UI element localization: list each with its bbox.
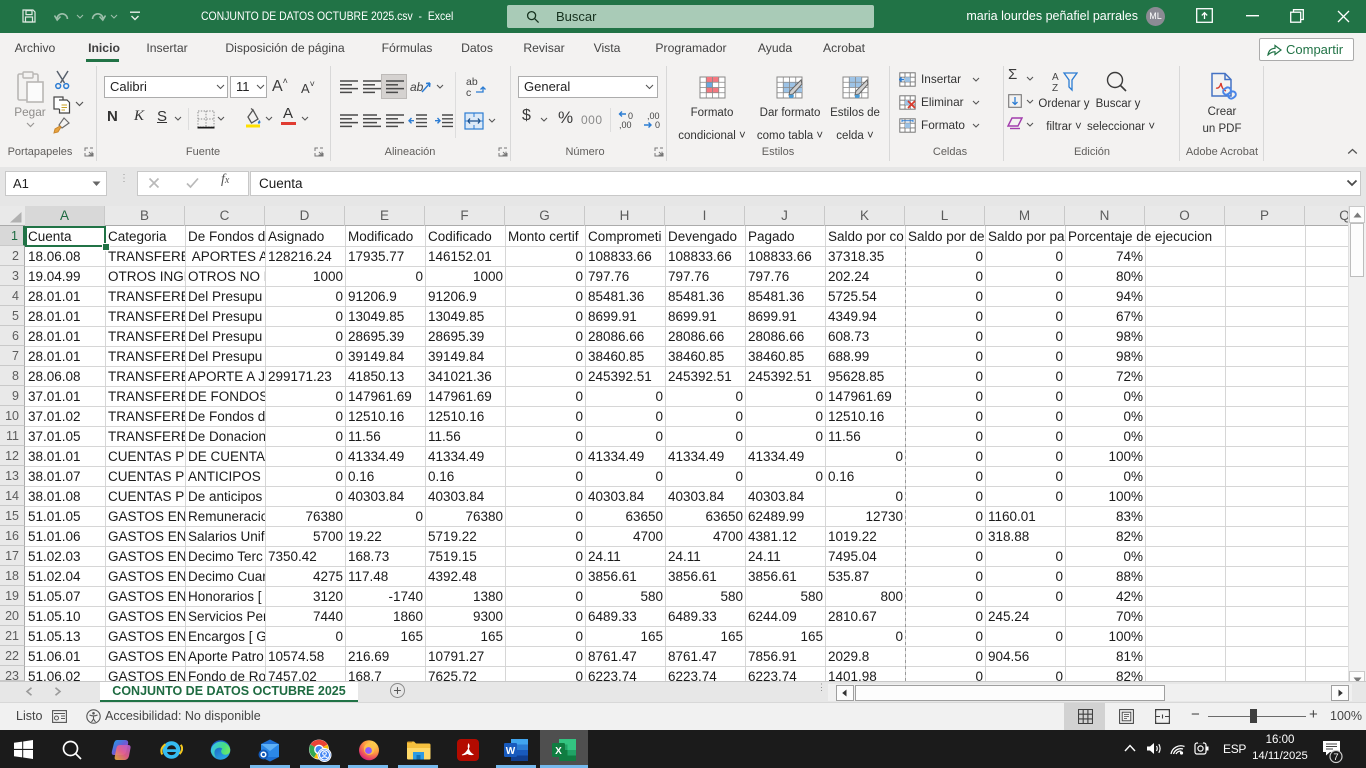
svg-text:X: X: [555, 746, 562, 757]
svg-text:c: c: [466, 87, 471, 98]
svg-text:Z: Z: [1052, 83, 1058, 93]
svg-text:A: A: [1052, 72, 1059, 83]
svg-text:0: 0: [655, 120, 660, 130]
svg-text:W: W: [506, 746, 516, 757]
svg-text:,00: ,00: [619, 120, 632, 130]
svg-text:ab: ab: [410, 80, 424, 94]
svg-text:7: 7: [1333, 752, 1338, 763]
